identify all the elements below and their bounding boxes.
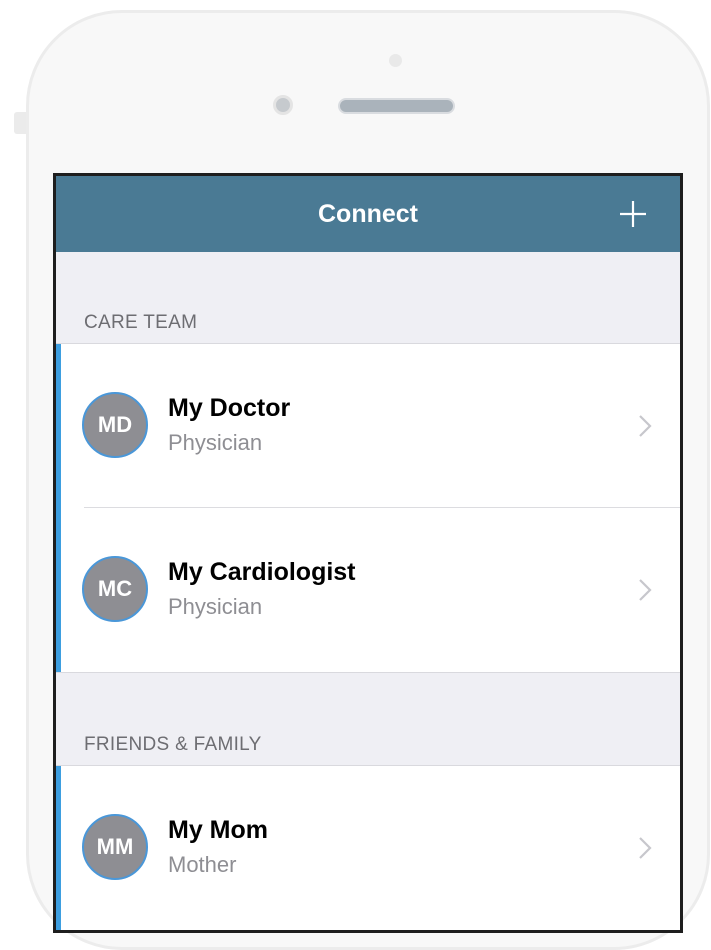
earpiece-speaker bbox=[338, 98, 455, 114]
friends-family-list: MM My Mom Mother bbox=[56, 765, 680, 930]
plus-icon[interactable] bbox=[618, 199, 648, 229]
contact-name: My Cardiologist bbox=[168, 558, 356, 586]
phone-side-button bbox=[14, 112, 26, 134]
avatar: MC bbox=[82, 556, 148, 622]
contact-role: Physician bbox=[168, 594, 263, 619]
care-team-list: MD My Doctor Physician MC My Cardiologis… bbox=[56, 343, 680, 673]
chevron-right-icon bbox=[639, 837, 652, 859]
section-header-care-team: CARE TEAM bbox=[84, 312, 198, 333]
avatar: MM bbox=[82, 814, 148, 880]
chevron-right-icon bbox=[639, 579, 652, 601]
contact-role: Physician bbox=[168, 430, 263, 455]
front-camera bbox=[273, 95, 293, 115]
contact-row-my-cardiologist[interactable]: MC My Cardiologist Physician bbox=[56, 508, 680, 672]
section-header-friends-family: FRIENDS & FAMILY bbox=[84, 734, 262, 755]
proximity-sensor bbox=[389, 54, 402, 67]
contact-row-my-mom[interactable]: MM My Mom Mother bbox=[56, 766, 680, 930]
page-title: Connect bbox=[318, 200, 418, 228]
contact-role: Mother bbox=[168, 852, 237, 877]
contact-row-my-doctor[interactable]: MD My Doctor Physician bbox=[56, 344, 680, 508]
app-screen: Connect CARE TEAM MD My Doctor Physician bbox=[56, 176, 680, 930]
contact-name: My Mom bbox=[168, 816, 268, 844]
avatar: MD bbox=[82, 392, 148, 458]
contact-name: My Doctor bbox=[168, 394, 291, 422]
phone-screen: Connect CARE TEAM MD My Doctor Physician bbox=[53, 173, 683, 933]
chevron-right-icon bbox=[639, 415, 652, 437]
navigation-bar: Connect bbox=[56, 176, 680, 252]
